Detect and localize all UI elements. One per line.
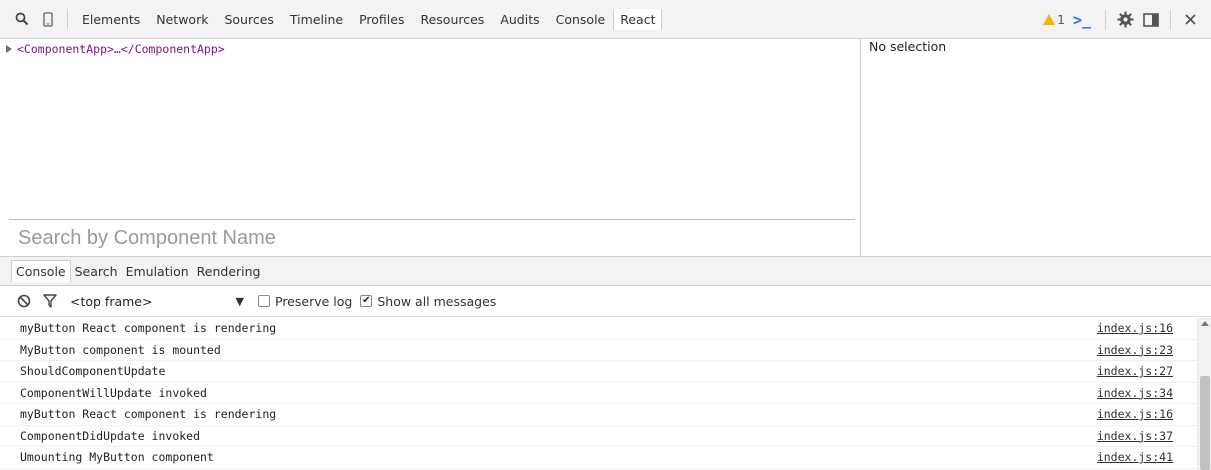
props-sidebar: No selection <box>861 39 1211 256</box>
tab-react[interactable]: React <box>613 8 663 30</box>
tree-node-componentapp[interactable]: <ComponentApp>…</ComponentApp> <box>6 42 225 56</box>
toolbar-divider <box>1105 9 1106 30</box>
tab-audits[interactable]: Audits <box>492 0 547 39</box>
drawer-tabs: Console Search Emulation Rendering <box>0 256 1211 286</box>
console-message-text: Umounting MyButton component <box>20 450 214 465</box>
close-icon[interactable] <box>1177 7 1203 33</box>
component-search-input[interactable] <box>9 220 855 256</box>
console-message-text: ComponentDidUpdate invoked <box>20 428 201 443</box>
tab-sources[interactable]: Sources <box>216 0 281 39</box>
console-drawer-icon[interactable]: >_ <box>1073 11 1091 29</box>
frame-selector[interactable]: <top frame> ▼ <box>70 294 250 309</box>
console-message-source-link[interactable]: index.js:37 <box>1097 429 1173 443</box>
console-message-source-link[interactable]: index.js:34 <box>1097 386 1173 400</box>
console-message: myButton React component is rendering ind… <box>0 404 1197 426</box>
show-all-messages-label: Show all messages <box>377 293 497 309</box>
checkbox-box[interactable]: ✔ <box>360 295 373 307</box>
console-message: Umounting MyButton component index.js:41 <box>0 447 1197 469</box>
tab-network[interactable]: Network <box>148 0 216 39</box>
selection-status: No selection <box>869 39 947 54</box>
warning-icon <box>1043 14 1056 25</box>
filter-icon[interactable] <box>40 291 60 311</box>
tab-elements[interactable]: Elements <box>74 0 148 39</box>
expand-triangle-icon[interactable] <box>6 45 12 53</box>
console-message: ComponentDidUpdate invoked index.js:37 <box>0 426 1197 447</box>
scrollbar-thumb[interactable] <box>1200 376 1210 470</box>
console-message: ComponentWillUpdate invoked index.js:34 <box>0 383 1197 404</box>
console-message: MyButton component is mounted index.js:23 <box>0 340 1197 361</box>
clear-console-icon[interactable] <box>14 291 34 311</box>
scroll-up-arrow-icon[interactable] <box>1201 321 1209 326</box>
tab-resources[interactable]: Resources <box>412 0 492 39</box>
console-message-text: myButton React component is rendering <box>20 321 277 336</box>
react-tree-pane: <ComponentApp>…</ComponentApp> <box>0 39 861 256</box>
console-messages: myButton React component is rendering ind… <box>0 318 1197 470</box>
tab-console[interactable]: Console <box>548 0 614 39</box>
devtools-toolbar: Elements Network Sources Timeline Profiles Re… <box>0 0 1211 39</box>
show-all-messages-checkbox[interactable]: ✔ Show all messages <box>360 294 496 309</box>
component-search <box>9 219 855 256</box>
toolbar-divider <box>1170 9 1171 30</box>
checkbox-box[interactable] <box>258 295 270 307</box>
warning-counter[interactable]: 1 <box>1043 13 1065 27</box>
drawer-tab-emulation[interactable]: Emulation <box>122 260 193 282</box>
drawer-tab-console[interactable]: Console <box>11 260 71 282</box>
panel-tabs: Elements Network Sources Timeline Profiles Re… <box>74 0 663 39</box>
search-icon[interactable] <box>9 6 35 32</box>
frame-selector-value: <top frame> <box>70 293 153 309</box>
console-message: ShouldComponentUpdate index.js:27 <box>0 361 1197 383</box>
console-toolbar: <top frame> ▼ Preserve log ✔ Show all me… <box>0 286 1211 317</box>
console-message-source-link[interactable]: index.js:23 <box>1097 343 1173 357</box>
toolbar-divider <box>67 9 68 29</box>
settings-gear-icon[interactable] <box>1112 7 1138 33</box>
tree-node-label: <ComponentApp>…</ComponentApp> <box>17 42 225 56</box>
preserve-log-checkbox[interactable]: Preserve log <box>258 294 352 309</box>
console-scrollbar[interactable] <box>1197 318 1211 470</box>
console-message-text: MyButton component is mounted <box>20 342 221 357</box>
device-mode-icon[interactable] <box>35 6 61 32</box>
console-message-source-link[interactable]: index.js:16 <box>1097 321 1173 335</box>
console-message-source-link[interactable]: index.js:16 <box>1097 407 1173 421</box>
console-message-source-link[interactable]: index.js:27 <box>1097 364 1173 378</box>
drawer-tab-rendering[interactable]: Rendering <box>193 260 265 282</box>
tab-timeline[interactable]: Timeline <box>282 0 351 39</box>
console-message: myButton React component is rendering ind… <box>0 318 1197 340</box>
drawer-tab-search[interactable]: Search <box>71 260 122 282</box>
console-message-text: ComponentWillUpdate invoked <box>20 385 207 400</box>
warning-count: 1 <box>1057 12 1065 27</box>
console-message-text: myButton React component is rendering <box>20 407 277 422</box>
console-message-source-link[interactable]: index.js:41 <box>1097 450 1173 464</box>
tab-profiles[interactable]: Profiles <box>351 0 412 39</box>
toolbar-right: 1 >_ <box>1043 0 1211 39</box>
dock-icon[interactable] <box>1138 7 1164 33</box>
dropdown-arrow-icon: ▼ <box>235 294 244 308</box>
preserve-log-label: Preserve log <box>275 293 353 309</box>
console-message-text: ShouldComponentUpdate <box>20 364 166 379</box>
